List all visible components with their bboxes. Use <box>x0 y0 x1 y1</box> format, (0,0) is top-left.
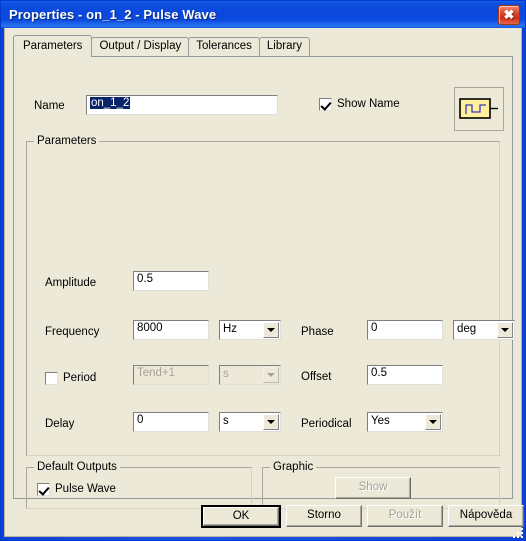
frequency-unit-dropdown-button[interactable] <box>263 322 279 338</box>
delay-value: 0 <box>137 414 144 426</box>
frequency-unit-combo[interactable]: Hz <box>219 320 281 340</box>
delay-unit-dropdown-button[interactable] <box>263 414 279 430</box>
delay-input[interactable]: 0 <box>133 412 209 432</box>
period-checkbox[interactable]: Period <box>45 372 96 385</box>
default-output-pulse-wave-label: Pulse Wave <box>55 482 116 495</box>
help-button-label: Nápověda <box>459 509 513 522</box>
chevron-down-icon <box>267 328 275 332</box>
tab-tolerances-label: Tolerances <box>196 40 252 53</box>
periodical-combo[interactable]: Yes <box>367 412 443 432</box>
tab-output-display-label: Output / Display <box>99 40 182 53</box>
graphic-show-label: Show <box>358 481 388 494</box>
tab-library[interactable]: Library <box>258 37 311 56</box>
chevron-down-icon <box>267 420 275 424</box>
periodical-label: Periodical <box>301 418 352 430</box>
chevron-down-icon <box>267 373 275 377</box>
tab-parameters[interactable]: Parameters <box>13 35 93 57</box>
phase-unit-value: deg <box>457 323 477 336</box>
close-icon: ✖ <box>503 7 515 22</box>
default-outputs-group-title: Default Outputs <box>34 461 120 474</box>
frequency-input[interactable]: 8000 <box>133 320 209 340</box>
default-outputs-group: Default Outputs Pulse Wave <box>26 461 252 509</box>
cancel-button[interactable]: Storno <box>286 505 362 527</box>
frequency-label: Frequency <box>45 326 100 338</box>
name-label: Name <box>34 100 65 112</box>
show-name-checkbox-box <box>319 98 332 111</box>
delay-unit-combo[interactable]: s <box>219 412 281 432</box>
pulse-wave-icon <box>459 98 498 119</box>
properties-dialog-window: Properties - on_1_2 - Pulse Wave ✖ Param… <box>0 0 526 541</box>
graphic-show-button: Show <box>335 477 411 499</box>
amplitude-value: 0.5 <box>137 273 153 285</box>
default-output-pulse-wave-checkbox[interactable]: Pulse Wave <box>37 483 116 496</box>
apply-button-label: Použít <box>388 509 422 522</box>
tab-output-display[interactable]: Output / Display <box>91 37 190 56</box>
frequency-unit-value: Hz <box>223 323 238 336</box>
period-unit-combo: s <box>219 365 281 385</box>
close-button[interactable]: ✖ <box>498 4 520 25</box>
parameters-group: Parameters Amplitude 0.5 Frequency 8000 … <box>26 135 515 456</box>
show-name-checkbox[interactable]: Show Name <box>319 98 400 111</box>
phase-unit-combo[interactable]: deg <box>453 320 515 340</box>
dialog-client-area: Parameters Output / Display Tolerances L… <box>4 28 524 537</box>
period-input: Tend+1 <box>133 365 209 385</box>
show-name-label: Show Name <box>337 97 400 110</box>
component-icon-preview <box>454 87 504 131</box>
phase-unit-dropdown-button[interactable] <box>497 322 513 338</box>
chevron-down-icon <box>501 328 509 332</box>
period-label: Period <box>63 371 97 384</box>
ok-button[interactable]: OK <box>201 505 281 528</box>
graphic-group: Graphic Show <box>262 461 500 509</box>
tab-panel-parameters: Name on_1_2 Show Name Parameters Amplitu… <box>13 56 515 509</box>
offset-input[interactable]: 0.5 <box>367 365 443 385</box>
periodical-value: Yes <box>371 415 390 428</box>
cancel-button-label: Storno <box>307 509 341 522</box>
offset-label: Offset <box>301 371 332 383</box>
period-value: Tend+1 <box>137 367 176 379</box>
phase-value: 0 <box>371 322 378 334</box>
name-input-value: on_1_2 <box>90 97 131 109</box>
periodical-dropdown-button[interactable] <box>425 414 441 430</box>
period-checkbox-box <box>45 372 58 385</box>
help-button[interactable]: Nápověda <box>448 505 524 527</box>
window-title: Properties - on_1_2 - Pulse Wave <box>9 7 217 22</box>
period-unit-value: s <box>223 368 229 381</box>
title-bar: Properties - on_1_2 - Pulse Wave ✖ <box>1 1 525 28</box>
delay-unit-value: s <box>223 415 229 428</box>
tab-tolerances[interactable]: Tolerances <box>188 37 260 56</box>
amplitude-label: Amplitude <box>45 277 97 289</box>
tab-strip: Parameters Output / Display Tolerances L… <box>13 35 513 57</box>
chevron-down-icon <box>429 420 437 424</box>
parameters-group-title: Parameters <box>34 135 100 148</box>
frequency-value: 8000 <box>137 322 163 334</box>
name-input[interactable]: on_1_2 <box>86 95 278 115</box>
apply-button: Použít <box>367 505 443 527</box>
tab-library-label: Library <box>266 40 303 53</box>
tab-parameters-label: Parameters <box>23 39 83 52</box>
resize-grip[interactable] <box>510 525 523 538</box>
amplitude-input[interactable]: 0.5 <box>133 271 209 291</box>
offset-value: 0.5 <box>371 367 387 379</box>
phase-input[interactable]: 0 <box>367 320 443 340</box>
default-output-pulse-wave-box <box>37 483 50 496</box>
phase-label: Phase <box>301 326 334 338</box>
graphic-group-title: Graphic <box>270 461 317 474</box>
period-unit-dropdown-button <box>263 367 279 383</box>
delay-label: Delay <box>45 418 75 430</box>
ok-button-label: OK <box>232 509 250 522</box>
